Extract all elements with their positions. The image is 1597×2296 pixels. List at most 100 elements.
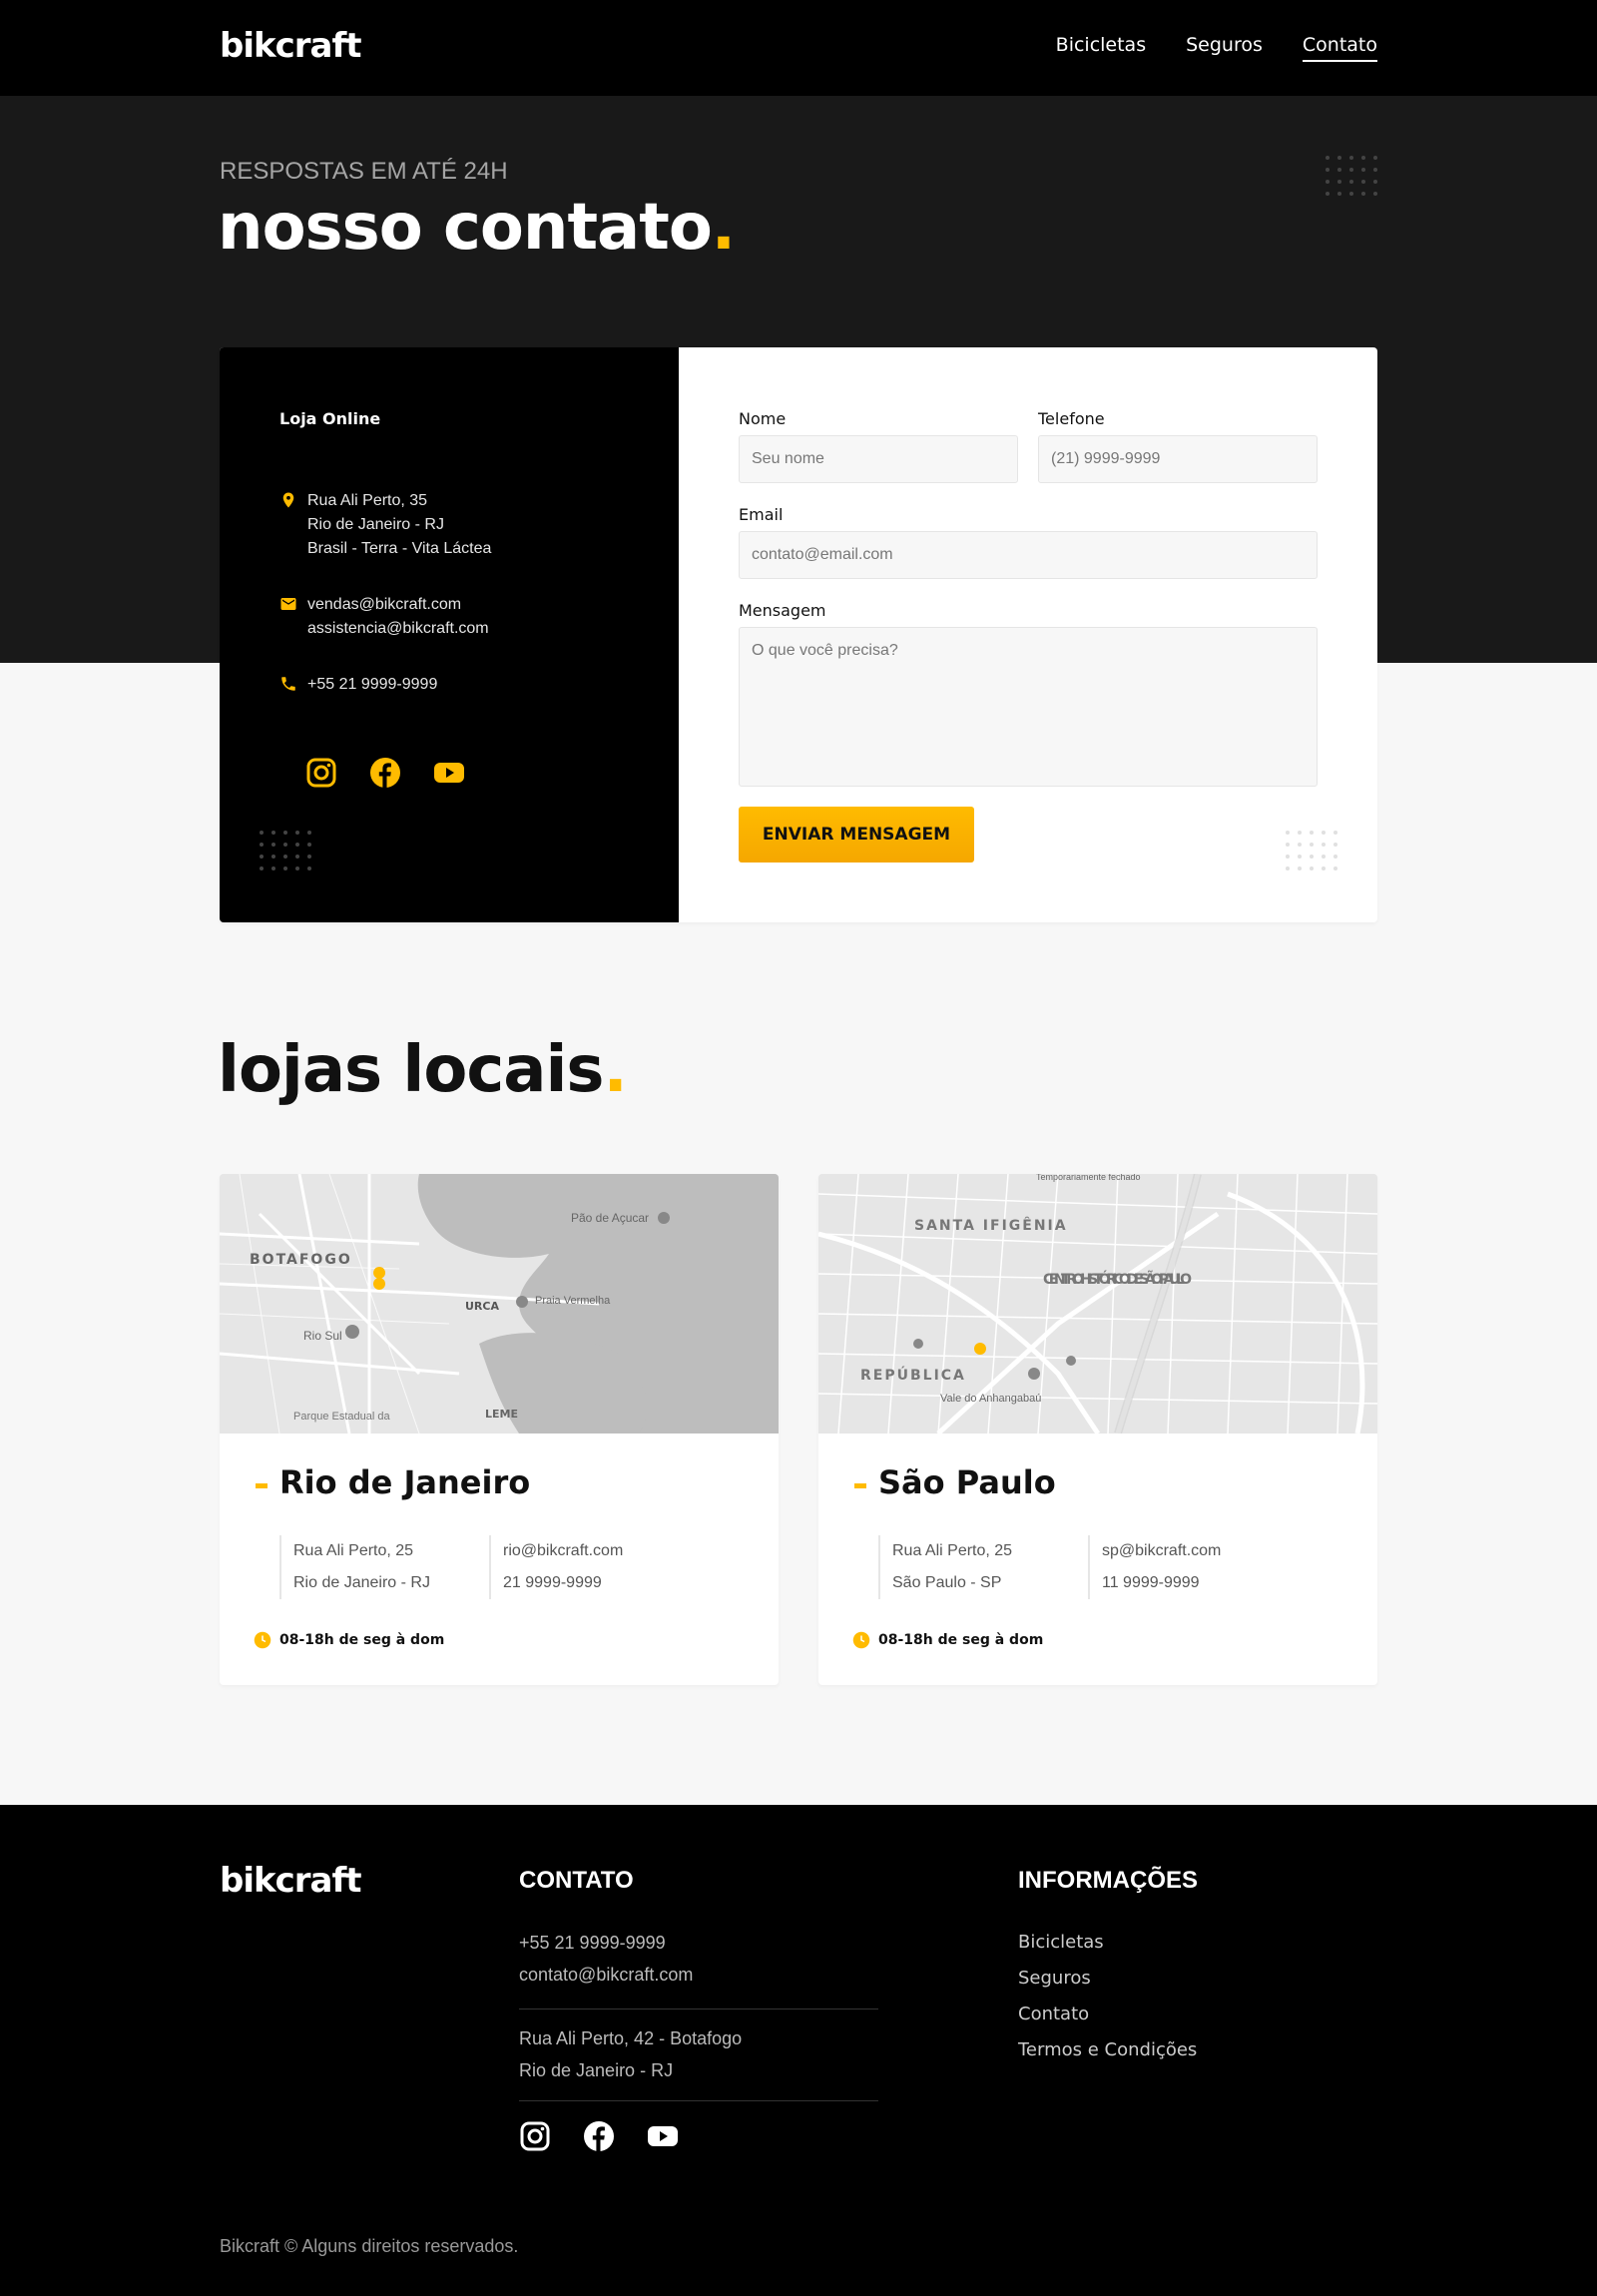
hours-text: 08-18h de seg à dom [878,1632,1044,1648]
address-line: Rua Ali Perto, 25 [892,1542,1013,1559]
page-title: nosso contato. [218,191,736,265]
footer-link-seguros[interactable]: Seguros [1018,1961,1197,1997]
map-label: Parque Estadual da [293,1411,391,1423]
map-label: Rio Sul [303,1329,342,1343]
map-label: LEME [485,1408,518,1421]
store-card-sao-paulo: SANTA IFIGÊNIA CENTRO HISTÓRICO DE SÃO P… [818,1174,1377,1685]
instagram-icon[interactable] [305,757,337,789]
facebook-icon[interactable] [583,2120,615,2152]
name-label: Nome [739,409,787,428]
lojas-title-text: lojas locais [218,1033,604,1107]
site-footer: bikcraft CONTATO +55 21 9999-9999 contat… [0,1805,1597,2296]
store-email[interactable]: sp@bikcraft.com [1102,1535,1221,1567]
store-address: Rua Ali Perto, 25 São Paulo - SP [878,1535,1012,1599]
map-label: CENTRO HISTÓRICO DE SÃO PAULO [1043,1270,1193,1288]
map-image: BOTAFOGO Pão de Açucar URCA Praia Vermel… [220,1174,779,1435]
nav-link-contato[interactable]: Contato [1302,34,1377,62]
footer-phone[interactable]: +55 21 9999-9999 [519,1927,693,1959]
contact-emails: vendas@bikcraft.com assistencia@bikcraft… [279,593,489,641]
address-line: Rio de Janeiro - RJ [519,2060,674,2080]
footer-divider [519,2100,878,2101]
email-link[interactable]: vendas@bikcraft.com [307,593,489,617]
nav-link-bicicletas[interactable]: Bicicletas [1056,34,1146,62]
footer-link-contato[interactable]: Contato [1018,1997,1197,2032]
social-links [305,757,465,789]
footer-info-title: INFORMAÇÕES [1018,1867,1198,1894]
contact-info-title: Loja Online [279,409,381,428]
address-line: Brasil - Terra - Vita Láctea [307,540,492,557]
map-label: SANTA IFIGÊNIA [914,1217,1068,1234]
map-pin-icon [974,1343,986,1355]
address-line: Rua Ali Perto, 35 [307,492,428,509]
message-textarea[interactable]: O que você precisa? [739,627,1318,787]
store-card-rio: BOTAFOGO Pão de Açucar URCA Praia Vermel… [220,1174,779,1685]
map-label: URCA [465,1300,499,1313]
title-dot: . [603,1033,627,1107]
lojas-title: lojas locais. [218,1033,628,1107]
phone-link[interactable]: +55 21 9999-9999 [307,673,437,697]
map-label: Vale do Anhangabaú [940,1393,1041,1405]
title-accent-dash [854,1483,866,1488]
page-title-text: nosso contato [218,191,713,265]
footer-links: Bicicletas Seguros Contato Termos e Cond… [1018,1925,1197,2068]
address-line: São Paulo - SP [892,1574,1002,1591]
send-message-button[interactable]: ENVIAR MENSAGEM [739,807,974,862]
facebook-icon[interactable] [369,757,401,789]
clock-icon [254,1631,271,1649]
store-contact: rio@bikcraft.com 21 9999-9999 [489,1535,623,1599]
map-sao-paulo[interactable]: SANTA IFIGÊNIA CENTRO HISTÓRICO DE SÃO P… [818,1174,1377,1435]
logo[interactable]: bikcraft [220,26,362,66]
store-hours: 08-18h de seg à dom [852,1631,1043,1649]
footer-link-bicicletas[interactable]: Bicicletas [1018,1925,1197,1961]
youtube-icon[interactable] [433,757,465,789]
phone-label: Telefone [1038,409,1105,428]
site-header: bikcraft Bicicletas Seguros Contato [0,0,1597,96]
footer-email[interactable]: contato@bikcraft.com [519,1959,693,1991]
decorative-dots [1286,831,1337,870]
mail-icon [280,598,296,610]
contact-address: Rua Ali Perto, 35 Rio de Janeiro - RJ Br… [279,489,491,561]
youtube-icon[interactable] [647,2120,679,2152]
instagram-icon[interactable] [519,2120,551,2152]
email-input[interactable]: contato@email.com [739,531,1318,579]
phone-input[interactable]: (21) 9999-9999 [1038,435,1318,483]
contact-phone: +55 21 9999-9999 [279,673,437,697]
map-image: SANTA IFIGÊNIA CENTRO HISTÓRICO DE SÃO P… [818,1174,1377,1435]
address-line: Rua Ali Perto, 42 - Botafogo [519,2028,743,2048]
title-accent-dash [256,1483,267,1488]
address-line: Rio de Janeiro - RJ [293,1574,430,1591]
footer-address: Rua Ali Perto, 42 - Botafogo Rio de Jane… [519,2022,742,2086]
nav-link-seguros[interactable]: Seguros [1186,34,1263,62]
store-phone[interactable]: 11 9999-9999 [1102,1567,1221,1599]
decorative-dots [260,831,311,870]
contact-box: Loja Online Rua Ali Perto, 35 Rio de Jan… [220,347,1377,922]
store-email[interactable]: rio@bikcraft.com [503,1535,623,1567]
email-link[interactable]: assistencia@bikcraft.com [307,617,489,641]
store-phone[interactable]: 21 9999-9999 [503,1567,623,1599]
email-label: Email [739,505,784,524]
store-contact: sp@bikcraft.com 11 9999-9999 [1088,1535,1221,1599]
map-label: Pão de Açucar [571,1211,649,1225]
footer-contact-info: +55 21 9999-9999 contato@bikcraft.com [519,1927,693,1991]
map-label: Temporariamente fechado [1036,1174,1141,1182]
footer-social-links [519,2120,679,2152]
message-label: Mensagem [739,601,826,620]
main-nav: Bicicletas Seguros Contato [1056,34,1377,62]
map-rio[interactable]: BOTAFOGO Pão de Açucar URCA Praia Vermel… [220,1174,779,1435]
map-label: REPÚBLICA [860,1366,966,1384]
clock-icon [852,1631,870,1649]
address-line: Rua Ali Perto, 25 [293,1542,414,1559]
map-label: Praia Vermelha [535,1295,611,1307]
store-name: Rio de Janeiro [279,1463,531,1501]
name-input[interactable]: Seu nome [739,435,1018,483]
footer-contact-title: CONTATO [519,1867,634,1894]
location-pin-icon [282,492,294,508]
address-line: Rio de Janeiro - RJ [307,516,444,533]
hours-text: 08-18h de seg à dom [279,1632,445,1648]
store-name: São Paulo [878,1463,1056,1501]
phone-icon [281,677,295,691]
map-label: BOTAFOGO [250,1252,352,1268]
footer-logo[interactable]: bikcraft [220,1861,362,1901]
store-hours: 08-18h de seg à dom [254,1631,444,1649]
footer-link-termos[interactable]: Termos e Condições [1018,2032,1197,2068]
